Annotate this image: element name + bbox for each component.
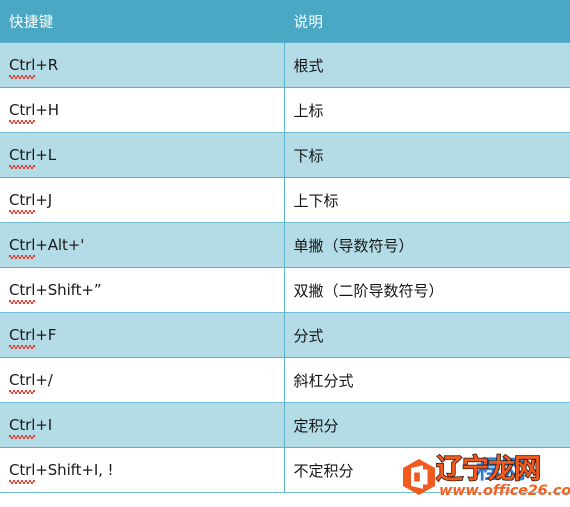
table-row: Ctrl+J 上下标 [0, 177, 570, 223]
shortcut-cell: Ctrl+/ [0, 357, 285, 403]
shortcut-text: Ctrl+R [9, 56, 59, 79]
shortcut-cell: Ctrl+R [0, 42, 285, 88]
description-text: 单撇（导数符号） [293, 236, 414, 255]
shortcut-keys-rest: +Shift+” [35, 281, 102, 299]
shortcut-cell: Ctrl+Shift+I, ! [0, 447, 285, 493]
shortcut-text: Ctrl+Alt+' [9, 236, 85, 259]
shortcut-text: Ctrl+Shift+” [9, 281, 102, 304]
description-text: 上下标 [293, 191, 339, 210]
spellcheck-underlined-word: Ctrl [9, 416, 36, 439]
table-row: Ctrl+/ 斜杠分式 [0, 357, 570, 403]
description-cell: 上下标 [284, 177, 570, 223]
description-text: 斜杠分式 [293, 371, 354, 390]
shortcut-text: Ctrl+H [9, 101, 59, 124]
shortcut-cell: Ctrl+Alt+' [0, 222, 285, 268]
description-text: 上标 [293, 101, 324, 120]
description-text: 不定积分 [293, 461, 354, 480]
table-row: Ctrl+H 上标 [0, 87, 570, 133]
shortcut-keys-rest: +Shift+I, ! [35, 461, 114, 479]
shortcut-keys-rest: +Alt+' [35, 236, 85, 254]
table-row: Ctrl+R 根式 [0, 42, 570, 88]
shortcut-keys-rest: +J [35, 191, 53, 209]
spellcheck-underlined-word: Ctrl [9, 236, 36, 259]
shortcut-cell: Ctrl+L [0, 132, 285, 178]
table-row: Ctrl+I 定积分 [0, 402, 570, 448]
description-text: 定积分 [293, 416, 339, 435]
description-cell: 双撇（二阶导数符号） [284, 267, 570, 313]
spellcheck-underlined-word: Ctrl [9, 101, 36, 124]
table-row: Ctrl+L 下标 [0, 132, 570, 178]
description-cell: 单撇（导数符号） [284, 222, 570, 268]
spellcheck-underlined-word: Ctrl [9, 281, 36, 304]
shortcut-text: Ctrl+Shift+I, ! [9, 461, 114, 484]
description-text: 根式 [293, 56, 324, 75]
column-header-shortcut: 快捷键 [0, 0, 285, 43]
description-cell: 不定积分 [284, 447, 570, 493]
table-row: Ctrl+Shift+” 双撇（二阶导数符号） [0, 267, 570, 313]
table-row: Ctrl+F 分式 [0, 312, 570, 358]
shortcut-keys-rest: +H [35, 101, 59, 119]
description-text: 双撇（二阶导数符号） [293, 281, 444, 300]
spellcheck-underlined-word: Ctrl [9, 371, 36, 394]
shortcut-cell: Ctrl+F [0, 312, 285, 358]
spellcheck-underlined-word: Ctrl [9, 191, 36, 214]
description-cell: 上标 [284, 87, 570, 133]
table-row: Ctrl+Shift+I, ! 不定积分 [0, 447, 570, 493]
shortcut-text: Ctrl+F [9, 326, 57, 349]
shortcut-keys-rest: +L [35, 146, 57, 164]
shortcut-text: Ctrl+J [9, 191, 53, 214]
shortcut-text: Ctrl+/ [9, 371, 53, 394]
table-row: Ctrl+Alt+' 单撇（导数符号） [0, 222, 570, 268]
shortcut-text: Ctrl+L [9, 146, 57, 169]
description-text: 下标 [293, 146, 324, 165]
spellcheck-underlined-word: Ctrl [9, 56, 36, 79]
spellcheck-underlined-word: Ctrl [9, 326, 36, 349]
header-row: 快捷键 说明 [0, 0, 570, 43]
shortcut-cell: Ctrl+I [0, 402, 285, 448]
description-cell: 斜杠分式 [284, 357, 570, 403]
shortcut-keys-rest: +I [35, 416, 53, 434]
description-cell: 分式 [284, 312, 570, 358]
shortcut-keys-rest: +/ [35, 371, 53, 389]
shortcut-reference-table: 快捷键 说明 Ctrl+R 根式 Ctrl+H 上标 Ctrl+L 下标 Ctr… [0, 0, 570, 493]
description-text: 分式 [293, 326, 324, 345]
shortcut-cell: Ctrl+Shift+” [0, 267, 285, 313]
spellcheck-underlined-word: Ctrl [9, 461, 36, 484]
spellcheck-underlined-word: Ctrl [9, 146, 36, 169]
shortcut-keys-rest: +F [35, 326, 57, 344]
description-cell: 下标 [284, 132, 570, 178]
description-cell: 根式 [284, 42, 570, 88]
shortcut-keys-rest: +R [35, 56, 59, 74]
column-header-description: 说明 [293, 14, 324, 31]
table-body: Ctrl+R 根式 Ctrl+H 上标 Ctrl+L 下标 Ctrl+J 上下标… [0, 42, 570, 493]
table-header: 快捷键 说明 [0, 0, 570, 43]
shortcut-cell: Ctrl+H [0, 87, 285, 133]
shortcut-cell: Ctrl+J [0, 177, 285, 223]
shortcut-text: Ctrl+I [9, 416, 53, 439]
description-cell: 定积分 [284, 402, 570, 448]
